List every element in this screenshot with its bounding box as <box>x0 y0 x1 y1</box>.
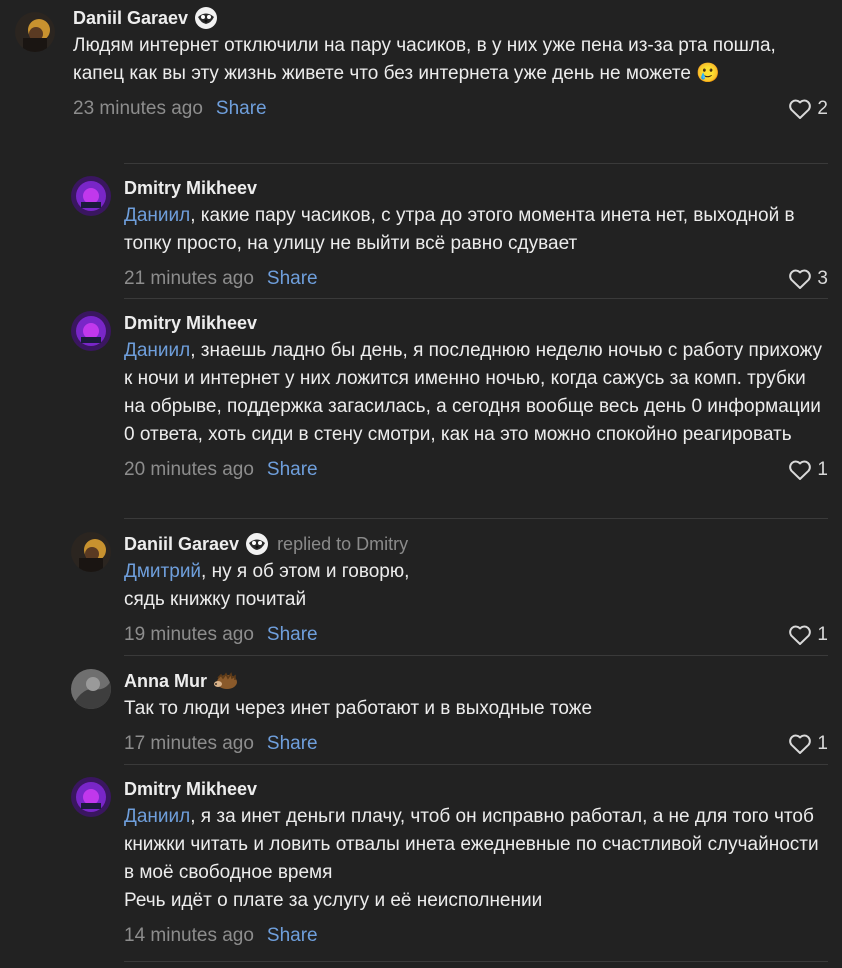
like-button[interactable]: 1 <box>788 729 828 759</box>
timestamp: 19 minutes ago <box>124 624 254 645</box>
comment-text: Даниил, какие пару часиков, с утра до эт… <box>124 205 795 254</box>
like-button[interactable]: 3 <box>788 264 828 294</box>
like-count: 1 <box>817 624 828 645</box>
mention-link[interactable]: Даниил <box>124 806 190 827</box>
author-name[interactable]: Dmitry Mikheev <box>124 313 257 334</box>
author-name[interactable]: Daniil Garaev <box>124 534 239 555</box>
timestamp: 23 minutes ago <box>73 98 203 119</box>
like-button[interactable]: 2 <box>788 94 828 124</box>
author-name[interactable]: Dmitry Mikheev <box>124 779 257 800</box>
comment-text: Дмитрий, ну я об этом и говорю, сядь кни… <box>124 561 410 610</box>
avatar-dmitry[interactable] <box>71 311 111 351</box>
divider <box>124 298 828 299</box>
avatar-dmitry[interactable] <box>71 176 111 216</box>
comment-text: Людям интернет отключили на пару часиков… <box>73 35 776 84</box>
comment-text: Так то люди через инет работают и в выхо… <box>124 698 593 719</box>
like-button[interactable]: 1 <box>788 455 828 485</box>
share-button[interactable]: Share <box>216 98 267 120</box>
timestamp: 21 minutes ago <box>124 268 254 289</box>
avatar-dmitry[interactable] <box>71 777 111 817</box>
mention-link[interactable]: Даниил <box>124 205 190 226</box>
like-button[interactable]: 1 <box>788 620 828 650</box>
timestamp: 17 minutes ago <box>124 733 254 754</box>
like-count: 2 <box>817 98 828 119</box>
heart-icon <box>789 99 812 119</box>
author-name[interactable]: Anna Mur <box>124 671 207 692</box>
avatar-anna[interactable] <box>71 669 111 709</box>
replied-to-label[interactable]: replied to Dmitry <box>277 534 408 555</box>
timestamp: 14 minutes ago <box>124 925 254 946</box>
heart-icon <box>789 734 812 754</box>
divider <box>124 655 828 656</box>
raccoon-badge-icon <box>194 6 218 30</box>
raccoon-badge-icon <box>245 532 269 556</box>
heart-icon <box>789 625 812 645</box>
heart-icon <box>789 269 812 289</box>
like-count: 3 <box>817 268 828 289</box>
divider <box>124 961 828 962</box>
divider <box>124 764 828 765</box>
avatar-daniil[interactable] <box>71 532 111 572</box>
share-button[interactable]: Share <box>267 459 318 481</box>
comment-text: Даниил, я за инет деньги плачу, чтоб он … <box>124 806 819 911</box>
hedgehog-badge-icon <box>213 669 237 693</box>
like-count: 1 <box>817 733 828 754</box>
like-count: 1 <box>817 459 828 480</box>
share-button[interactable]: Share <box>267 624 318 646</box>
timestamp: 20 minutes ago <box>124 459 254 480</box>
share-button[interactable]: Share <box>267 925 318 947</box>
author-name[interactable]: Dmitry Mikheev <box>124 178 257 199</box>
avatar-daniil[interactable] <box>15 12 55 52</box>
divider <box>124 163 828 164</box>
heart-icon <box>789 460 812 480</box>
author-name[interactable]: Daniil Garaev <box>73 8 188 29</box>
share-button[interactable]: Share <box>267 268 318 290</box>
divider <box>124 518 828 519</box>
mention-link[interactable]: Даниил <box>124 340 190 361</box>
mention-link[interactable]: Дмитрий <box>124 561 201 582</box>
comment-text: Даниил, знаешь ладно бы день, я последню… <box>124 340 822 445</box>
share-button[interactable]: Share <box>267 733 318 755</box>
